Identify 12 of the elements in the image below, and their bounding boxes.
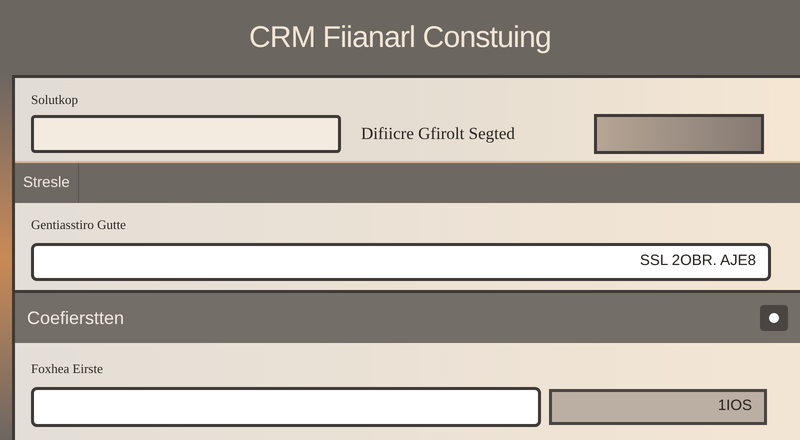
section-heading: Coefierstten [27,306,124,330]
action-button[interactable] [594,114,764,154]
toggle-icon[interactable] [760,305,788,331]
field-label: Solutkop [31,91,79,109]
value-field[interactable]: 1IOS [549,388,767,424]
app-title: CRM Fiianarl Constuing [249,20,551,56]
value-field[interactable]: SSL 2OBR. AJE8 [31,242,771,280]
input-field[interactable] [31,386,541,426]
field-label: Gentiasstiro Gutte [31,216,127,234]
field-note: Difiicre Gfirolt Segted [361,122,515,145]
input-field[interactable] [31,114,341,152]
field-label: Foxhea Eirste [31,360,104,378]
